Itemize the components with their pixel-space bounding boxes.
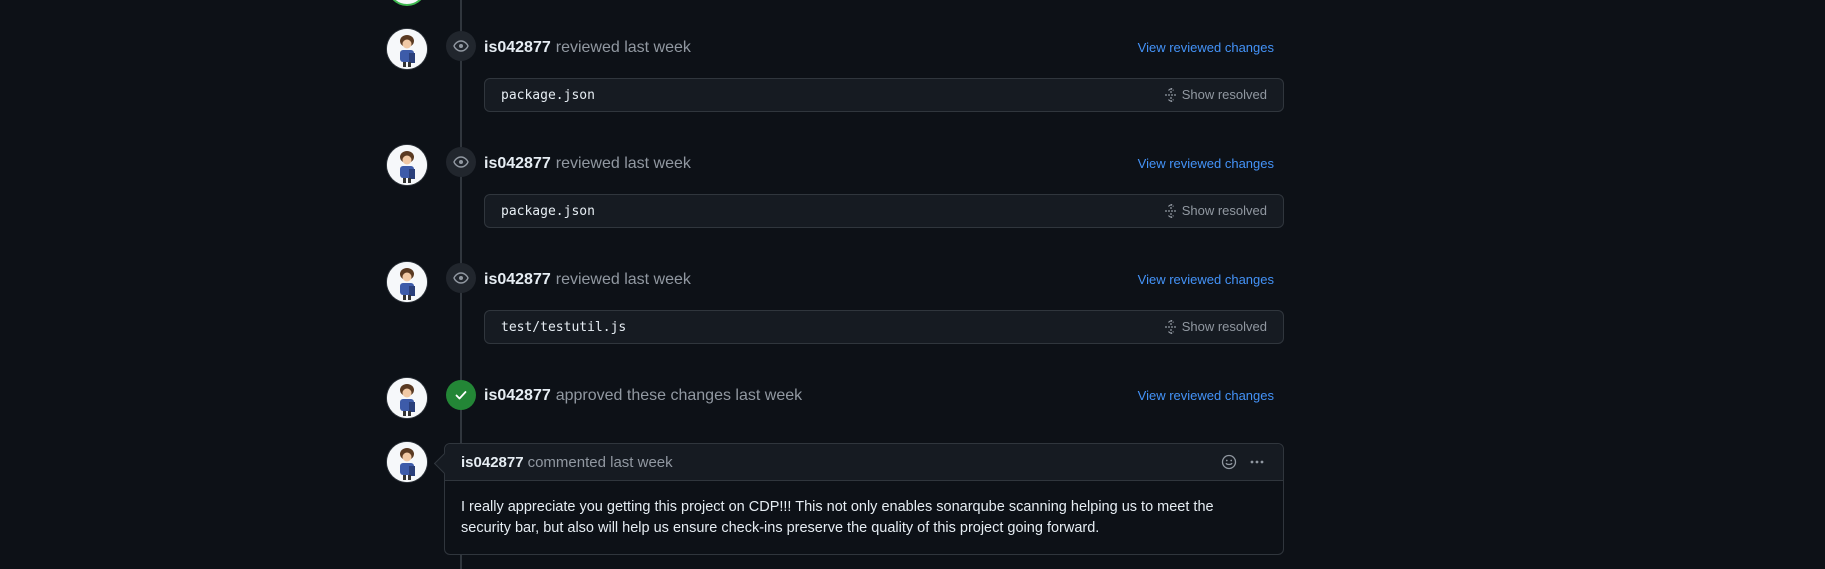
avatar[interactable] (387, 378, 427, 418)
author-link[interactable]: is042877 (484, 387, 551, 404)
event-action: reviewed last week (555, 155, 691, 172)
avatar[interactable] (387, 0, 427, 6)
view-reviewed-changes-link[interactable]: View reviewed changes (1138, 40, 1274, 55)
comment-actions (1221, 454, 1265, 473)
avatar[interactable] (387, 262, 427, 302)
unfold-icon (1164, 319, 1177, 334)
event-action: reviewed last week (555, 39, 691, 56)
file-name-link[interactable]: package.json (501, 88, 595, 103)
event-summary: is042877 reviewed last week (484, 39, 691, 57)
comment-body: I really appreciate you getting this pro… (461, 499, 1214, 536)
show-resolved-label: Show resolved (1181, 203, 1267, 218)
comment-header: is042877 commented last week (445, 444, 1283, 481)
avatar[interactable] (387, 442, 427, 482)
show-resolved-label: Show resolved (1181, 87, 1267, 102)
author-link[interactable]: is042877 (484, 39, 551, 56)
unfold-icon (1164, 203, 1177, 218)
file-name-link[interactable]: test/testutil.js (501, 320, 626, 335)
review-file-box: package.json Show resolved (484, 78, 1284, 112)
show-resolved-button[interactable]: Show resolved (1164, 87, 1267, 102)
event-action: approved these changes last week (555, 387, 803, 404)
eye-icon (446, 31, 476, 61)
view-reviewed-changes-link[interactable]: View reviewed changes (1138, 272, 1274, 287)
author-link[interactable]: is042877 (461, 454, 524, 471)
event-action: reviewed last week (555, 271, 691, 288)
review-file-box: package.json Show resolved (484, 194, 1284, 228)
author-link[interactable]: is042877 (484, 155, 551, 172)
show-resolved-button[interactable]: Show resolved (1164, 203, 1267, 218)
kebab-horizontal-icon[interactable] (1249, 454, 1265, 473)
comment-timestamp[interactable]: commented last week (528, 454, 673, 471)
show-resolved-label: Show resolved (1181, 319, 1267, 334)
view-reviewed-changes-link[interactable]: View reviewed changes (1138, 388, 1274, 403)
event-summary: is042877 approved these changes last week (484, 387, 802, 405)
unfold-icon (1164, 87, 1177, 102)
file-name-link[interactable]: package.json (501, 204, 595, 219)
view-reviewed-changes-link[interactable]: View reviewed changes (1138, 156, 1274, 171)
eye-icon (446, 263, 476, 293)
eye-icon (446, 147, 476, 177)
event-summary: is042877 reviewed last week (484, 271, 691, 289)
event-summary: is042877 reviewed last week (484, 155, 691, 173)
comment-box: is042877 commented last week I really app… (433, 443, 1284, 555)
review-file-box: test/testutil.js Show resolved (484, 310, 1284, 344)
author-link[interactable]: is042877 (484, 271, 551, 288)
avatar[interactable] (387, 145, 427, 185)
check-icon (446, 380, 476, 410)
show-resolved-button[interactable]: Show resolved (1164, 319, 1267, 334)
comment-title: is042877 commented last week (461, 454, 673, 471)
smiley-icon[interactable] (1221, 454, 1237, 473)
avatar[interactable] (387, 29, 427, 69)
